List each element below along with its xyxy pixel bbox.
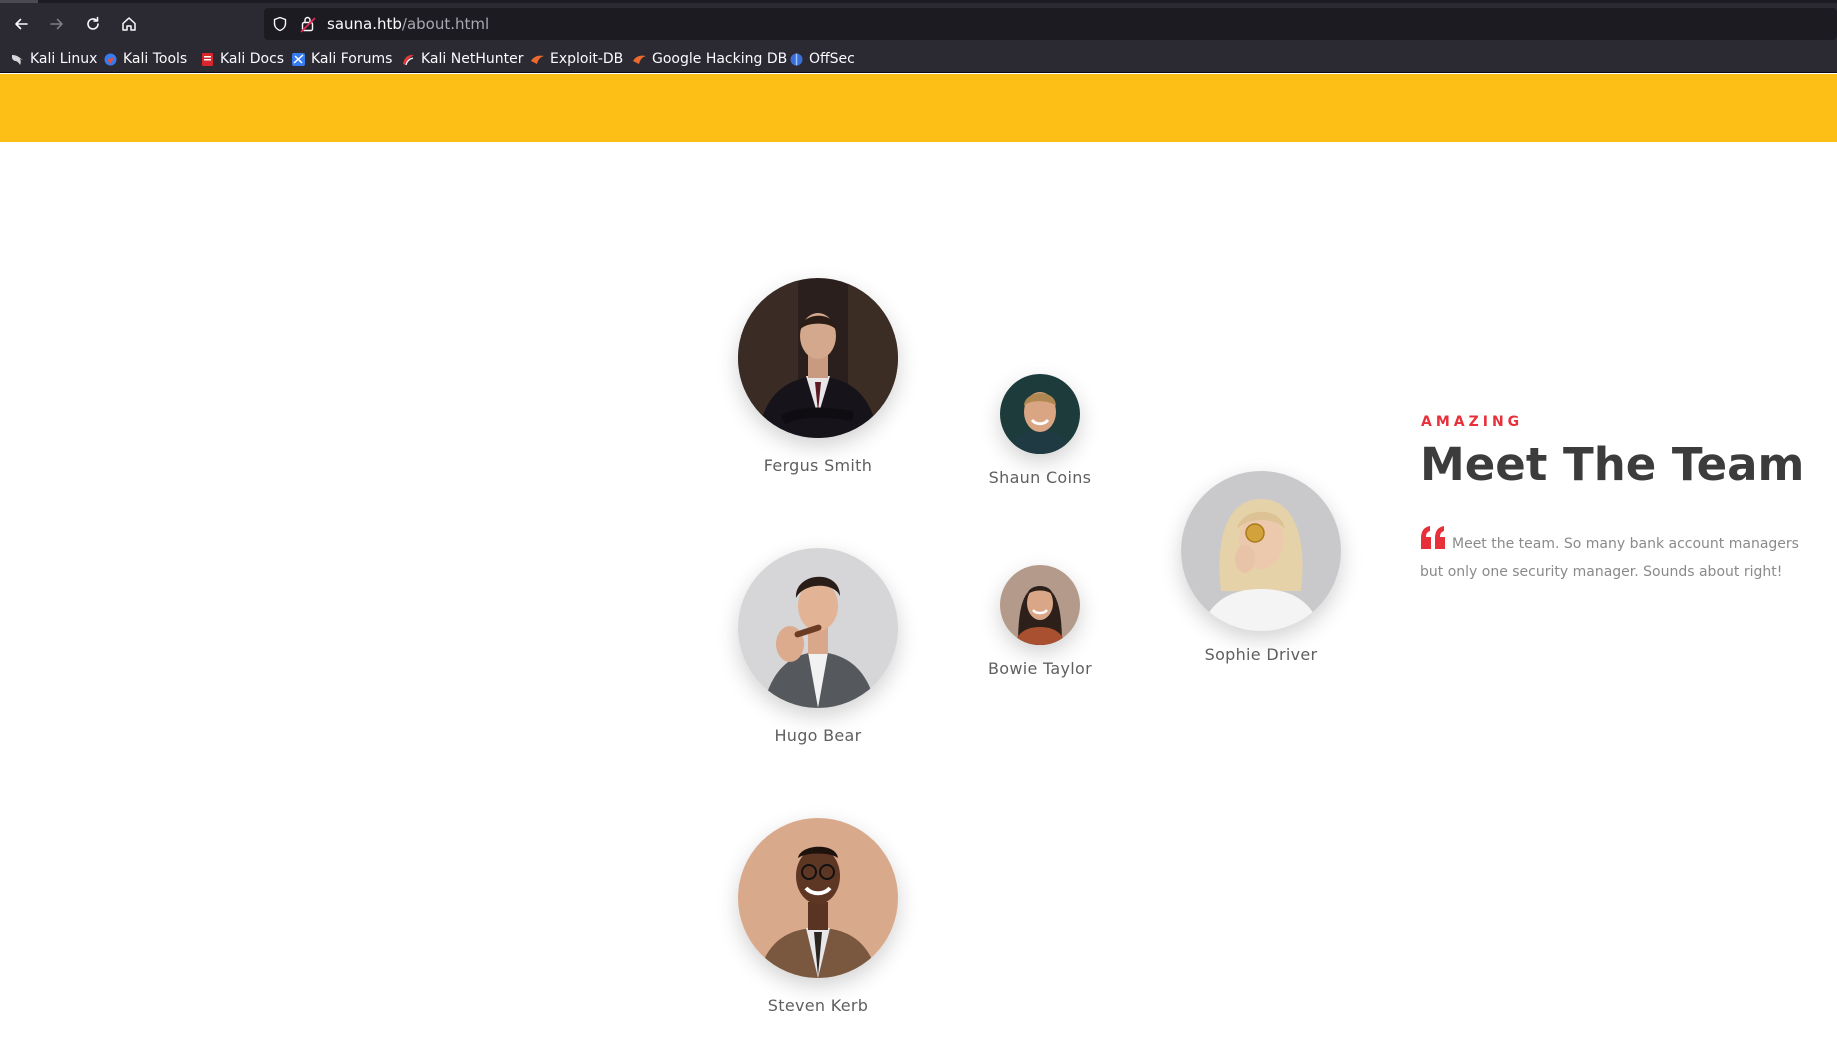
back-button[interactable]: [5, 8, 37, 40]
team-member-card: Sophie Driver: [1161, 471, 1361, 664]
reload-button[interactable]: [77, 8, 109, 40]
avatar: [1181, 471, 1341, 631]
kali-tools-icon: [104, 53, 117, 65]
bookmark-kali-nethunter[interactable]: Kali NetHunter: [401, 48, 523, 70]
bookmark-label: Kali Forums: [311, 51, 393, 67]
team-section: Fergus Smith Shaun Coins Hugo Bear Bowie…: [0, 142, 1837, 1048]
url-path: /about.html: [401, 15, 490, 33]
smiling-man-portrait: [1000, 374, 1080, 454]
url-bar[interactable]: sauna.htb/about.html: [264, 8, 1837, 40]
bookmark-label: Kali Tools: [123, 51, 188, 67]
bookmark-label: Kali Linux: [30, 51, 98, 67]
bookmark-kali-tools[interactable]: Kali Tools: [103, 48, 187, 70]
member-name: Shaun Coins: [988, 468, 1092, 487]
forward-button[interactable]: [41, 8, 73, 40]
man-with-glasses-portrait: [738, 818, 898, 978]
team-member-card: Bowie Taylor: [940, 565, 1140, 678]
bookmark-kali-docs[interactable]: Kali Docs: [200, 48, 284, 70]
bookmark-kali-linux[interactable]: Kali Linux: [10, 48, 97, 70]
team-member-card: Shaun Coins: [940, 374, 1140, 487]
team-quote: Meet the team. So many bank account mana…: [1420, 536, 1799, 580]
woman-with-coin-portrait: [1181, 471, 1341, 631]
member-name: Hugo Bear: [774, 726, 862, 745]
kali-dragon-icon: [12, 54, 23, 65]
kali-docs-icon: [202, 52, 213, 66]
url-text[interactable]: sauna.htb/about.html: [327, 14, 489, 34]
offsec-icon: [790, 53, 803, 65]
kali-forums-icon: [292, 52, 305, 66]
bookmark-label: Google Hacking DB: [652, 51, 788, 67]
avatar: [1000, 565, 1080, 645]
bookmark-label: OffSec: [809, 51, 855, 67]
lock-warning-icon[interactable]: [300, 15, 316, 33]
navigation-toolbar: sauna.htb/about.html: [0, 3, 1837, 45]
bookmark-label: Exploit-DB: [550, 51, 624, 67]
bookmarks-toolbar: Kali Linux Kali Tools Kali Docs Kali For…: [0, 45, 1837, 73]
avatar: [738, 278, 898, 438]
avatar: [738, 818, 898, 978]
shield-icon[interactable]: [272, 16, 288, 32]
member-name: Fergus Smith: [763, 456, 873, 475]
section-heading: Meet The Team: [1420, 438, 1805, 491]
member-name: Bowie Taylor: [987, 659, 1093, 678]
member-name: Steven Kerb: [767, 996, 869, 1015]
url-domain: sauna.htb: [327, 15, 402, 33]
bookmark-exploit-db[interactable]: Exploit-DB: [530, 48, 623, 70]
reload-icon: [87, 16, 99, 30]
bookmark-label: Kali Docs: [220, 51, 285, 67]
team-member-card: Hugo Bear: [718, 548, 918, 745]
home-icon: [122, 17, 136, 31]
team-member-card: Fergus Smith: [718, 278, 918, 475]
avatar: [738, 548, 898, 708]
man-in-suit-portrait: [738, 278, 898, 438]
header-banner: [0, 74, 1837, 142]
team-member-card: Steven Kerb: [718, 818, 918, 1015]
bookmark-google-hacking-db[interactable]: Google Hacking DB: [632, 48, 787, 70]
bookmark-kali-forums[interactable]: Kali Forums: [291, 48, 392, 70]
section-eyebrow: AMAZING: [1421, 414, 1524, 430]
back-arrow-icon: [15, 18, 28, 30]
exploit-db-icon: [531, 55, 544, 64]
bookmark-offsec[interactable]: OffSec: [789, 48, 855, 70]
ghdb-icon: [633, 55, 646, 64]
member-name: Sophie Driver: [1204, 645, 1318, 664]
man-with-cigar-portrait: [738, 548, 898, 708]
forward-arrow-icon: [50, 18, 63, 30]
smiling-woman-portrait: [1000, 565, 1080, 645]
avatar: [1000, 374, 1080, 454]
nethunter-icon: [403, 54, 414, 65]
bookmark-label: Kali NetHunter: [421, 51, 524, 67]
home-button[interactable]: [113, 8, 145, 40]
